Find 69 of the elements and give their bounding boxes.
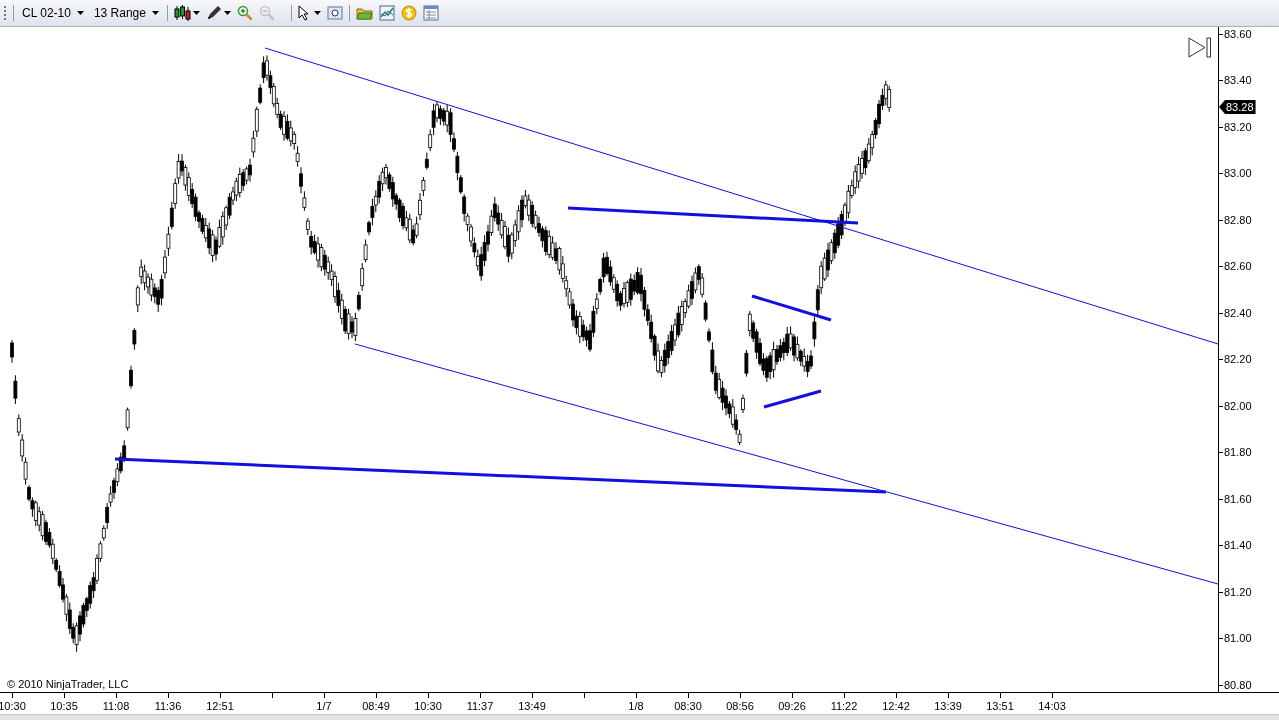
price-label: 83.00 (1224, 166, 1252, 182)
trend-line[interactable] (264, 47, 1218, 345)
price-label: 81.20 (1224, 584, 1252, 600)
time-label: 1/7 (316, 700, 332, 713)
trend-line[interactable] (751, 294, 832, 322)
caret-icon (223, 11, 231, 15)
candlestick-icon (173, 5, 191, 21)
instrument-dropdown[interactable]: CL 02-10 (20, 4, 86, 22)
time-label: 11:08 (102, 700, 130, 713)
price-label: 82.00 (1224, 398, 1252, 414)
time-label: 13:51 (986, 700, 1014, 713)
strategies-button[interactable] (400, 5, 417, 21)
drawing-tool-button[interactable] (205, 5, 231, 21)
price-label: 83.20 (1224, 119, 1252, 135)
data-series-button[interactable] (355, 5, 373, 21)
time-label: 08:56 (726, 700, 754, 713)
time-label: 08:30 (674, 700, 702, 713)
time-label: 13:49 (518, 700, 546, 713)
time-label: 11:37 (466, 700, 494, 713)
caret-icon (76, 11, 84, 15)
price-label: 80.80 (1224, 677, 1252, 693)
trend-line[interactable] (567, 206, 859, 225)
time-label: 12:42 (882, 700, 910, 713)
play-to-end-icon[interactable] (1188, 37, 1212, 58)
time-label: 14:03 (1038, 700, 1066, 713)
price-label: 82.20 (1224, 352, 1252, 368)
price-label: 83.40 (1224, 73, 1252, 89)
zoom-in-icon (236, 5, 253, 21)
interval-dropdown[interactable]: 13 Range (91, 4, 161, 22)
time-label: 1/8 (628, 700, 644, 713)
price-label: 83.60 (1224, 26, 1252, 42)
folder-icon (355, 5, 373, 21)
pointer-button[interactable] (297, 5, 321, 21)
price-label: 82.80 (1224, 212, 1252, 228)
time-label: 08:49 (362, 700, 390, 713)
zoom-in-button[interactable] (236, 5, 253, 21)
properties-button[interactable] (326, 5, 343, 21)
caret-icon (313, 11, 321, 15)
time-label: 13:39 (934, 700, 962, 713)
current-price-tag: 83.28 (1219, 100, 1256, 114)
price-label: 81.00 (1224, 631, 1252, 647)
pencil-icon (205, 5, 222, 21)
indicators-button[interactable] (378, 5, 395, 21)
caret-icon (192, 11, 200, 15)
chart-style-button[interactable] (173, 5, 200, 21)
price-label: 82.60 (1224, 259, 1252, 275)
caret-icon (151, 11, 159, 15)
time-label: 09:26 (778, 700, 806, 713)
price-label: 81.80 (1224, 445, 1252, 461)
zoom-out-icon (258, 5, 275, 21)
copyright-text: © 2010 NinjaTrader, LLC (7, 676, 129, 692)
price-label: 81.60 (1224, 491, 1252, 507)
time-label: 12:51 (206, 700, 234, 713)
table-icon (422, 5, 439, 21)
trend-line[interactable] (763, 389, 822, 409)
time-label: 11:36 (154, 700, 182, 713)
cursor-icon (297, 5, 310, 21)
trend-line[interactable] (114, 457, 887, 494)
line-chart-icon (378, 5, 395, 21)
scrollbar[interactable] (0, 714, 1279, 720)
time-label: 11:22 (830, 700, 858, 713)
price-label: 81.40 (1224, 538, 1252, 554)
coin-icon (400, 5, 417, 21)
price-label: 82.40 (1224, 305, 1252, 321)
grip-icon (4, 6, 7, 20)
data-box-button[interactable] (422, 5, 439, 21)
time-label: 10:35 (50, 700, 78, 713)
window-magnifier-icon (326, 5, 343, 21)
time-label: 10:30 (414, 700, 442, 713)
